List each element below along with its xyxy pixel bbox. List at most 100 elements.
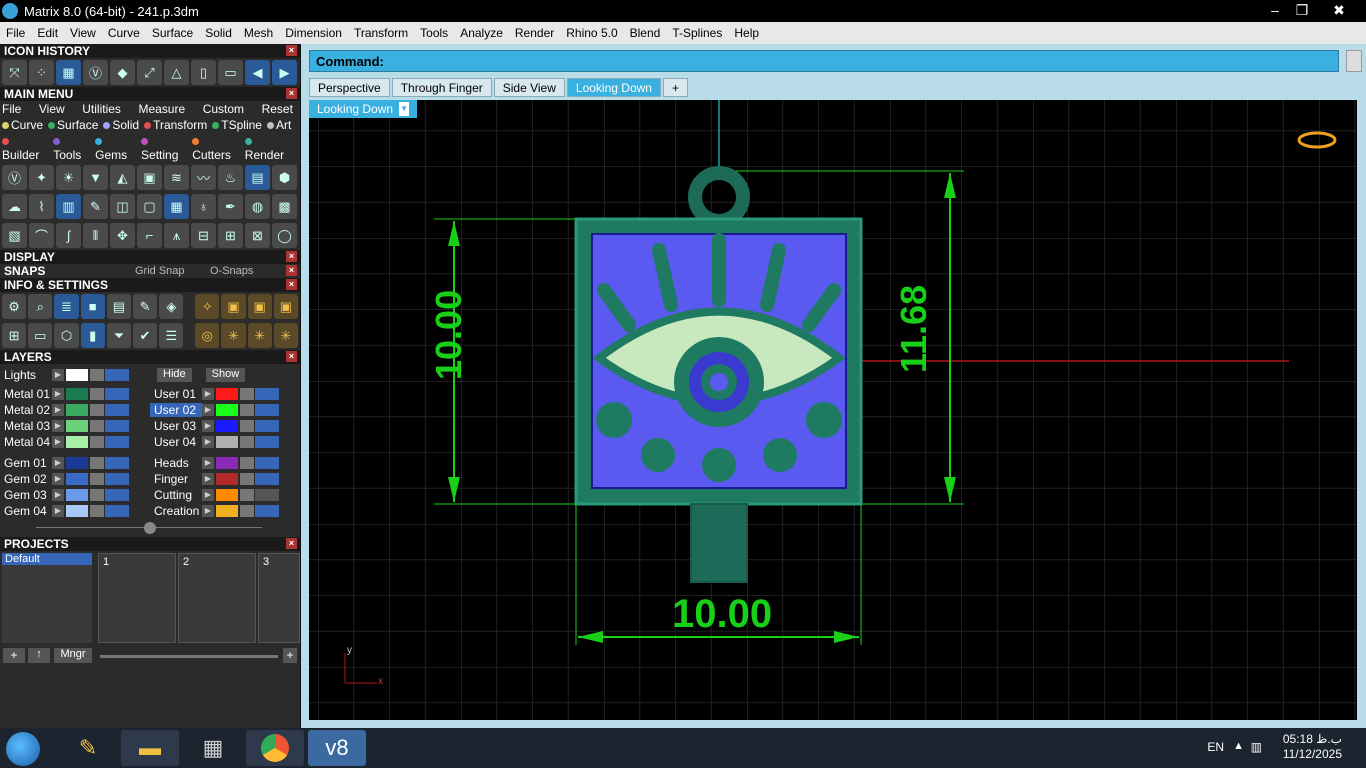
forward-icon[interactable]: ▶ [272,60,297,85]
zoom-icon[interactable]: ⌕ [28,294,53,319]
mm-surface[interactable]: Surface [48,118,98,132]
wand-icon[interactable]: ✧ [195,294,220,319]
add-tab-icon[interactable]: + [662,78,688,97]
visibility-icon[interactable] [255,505,279,517]
collapse-icon[interactable] [144,522,156,534]
layer-row[interactable]: Gem 03 ▶ [0,487,150,503]
box-tool-icon[interactable]: ⊟ [191,223,216,248]
layer-swatch[interactable] [216,388,238,400]
start-button[interactable] [6,732,40,766]
arrow-icon[interactable]: ▶ [52,404,64,416]
compass-icon[interactable]: ◆ [110,60,135,85]
split-tool-icon[interactable]: ⫴ [83,223,108,248]
lock-icon[interactable] [240,436,254,448]
light-tool-icon[interactable]: ✦ [29,165,54,190]
menu-edit[interactable]: Edit [37,26,58,40]
lock-icon[interactable] [240,388,254,400]
project-slot-3[interactable]: 3 [258,553,300,643]
mm-gems[interactable]: Gems [95,134,136,162]
arrow-icon[interactable]: ▶ [202,436,214,448]
close-icon[interactable]: × [286,265,297,276]
menu-surface[interactable]: Surface [152,26,193,40]
gold-frame-3-icon[interactable]: ▣ [273,294,298,319]
visibility-icon[interactable] [105,420,129,432]
mm-curve[interactable]: Curve [2,118,43,132]
move-tool-icon[interactable]: ✥ [110,223,135,248]
lock-icon[interactable] [90,388,104,400]
arrow-icon[interactable]: ▶ [202,473,214,485]
layer-swatch[interactable] [216,505,238,517]
tab-perspective[interactable]: Perspective [309,78,390,97]
arc-tool-icon[interactable]: ⌒ [29,223,54,248]
network-icon[interactable]: ▥ [1251,740,1262,754]
mm-custom[interactable]: Custom [203,102,244,116]
tray-up-icon[interactable]: ▲ [1233,740,1244,752]
render-tool-icon[interactable]: ▢ [137,194,162,219]
fan-tool-icon[interactable]: ⩚ [164,223,189,248]
lights-swatch[interactable] [66,369,88,381]
visibility-icon[interactable] [105,489,129,501]
edit-icon[interactable]: ✎ [133,294,158,319]
doc-icon[interactable]: ▤ [106,294,132,319]
lines-tool-icon[interactable]: ≋ [164,165,189,190]
menu-render[interactable]: Render [515,26,554,40]
lock-icon[interactable] [240,457,254,469]
lock-icon[interactable] [90,369,104,381]
gem-tool-icon[interactable]: ⬢ [272,165,297,190]
menu-help[interactable]: Help [734,26,759,40]
arrow-icon[interactable]: ▶ [52,369,64,381]
arrow-icon[interactable]: ▶ [202,457,214,469]
vray-tool-icon[interactable]: Ⓥ [2,165,27,190]
open-folder-icon[interactable]: ▭ [218,60,243,85]
lock-icon[interactable] [90,473,104,485]
language-indicator[interactable]: EN [1207,740,1224,754]
layers-splitter[interactable] [0,519,300,537]
gold-frame-2-icon[interactable]: ▣ [247,294,272,319]
project-slot-1[interactable]: 1 [98,553,176,643]
menu-view[interactable]: View [70,26,96,40]
close-icon[interactable]: × [286,88,297,99]
cursor-tool-icon[interactable]: ⊠ [245,223,270,248]
mm-builder[interactable]: Builder [2,134,48,162]
close-icon[interactable]: × [286,538,297,549]
menu-solid[interactable]: Solid [205,26,232,40]
layer-row[interactable]: User 02 ▶ [150,402,300,418]
paint-icon[interactable]: ✎ [59,730,117,766]
pen-tool-icon[interactable]: ✒ [218,194,243,219]
clock[interactable]: 05:18 ب.ظ 11/12/2025 [1283,732,1342,762]
panel-tool-icon[interactable]: ▦ [164,194,189,219]
zoom-slider[interactable] [100,655,278,658]
image-tool-icon[interactable]: ▤ [245,165,270,190]
layer-swatch[interactable] [66,505,88,517]
layer-row[interactable]: Heads ▶ [150,455,300,471]
cube-icon[interactable]: ■ [80,294,105,319]
curve-tool-icon[interactable]: ∫ [56,223,81,248]
lock-icon[interactable] [240,489,254,501]
mm-view[interactable]: View [39,102,65,116]
chrome-icon[interactable] [246,730,304,766]
visibility-icon[interactable] [105,473,129,485]
arrow-icon[interactable]: ▶ [202,388,214,400]
cloud-tool-icon[interactable]: ☁ [2,194,27,219]
menu-curve[interactable]: Curve [108,26,140,40]
layer-row[interactable]: Gem 02 ▶ [0,471,150,487]
mm-tspline[interactable]: TSpline [212,118,262,132]
new-file-icon[interactable]: ▯ [191,60,216,85]
arrow-icon[interactable]: ▶ [202,505,214,517]
check-icon[interactable]: ✔ [133,323,158,348]
visibility-icon[interactable] [105,457,129,469]
circle-tool-icon[interactable]: ◯ [272,223,297,248]
tab-through-finger[interactable]: Through Finger [391,78,492,97]
brush-tool-icon[interactable]: ✎ [83,194,108,219]
lock-icon[interactable] [240,505,254,517]
mirror-tool-icon[interactable]: ◫ [110,194,135,219]
project-default[interactable]: Default [2,553,92,565]
arrow-icon[interactable]: ▶ [52,473,64,485]
film-tool-icon[interactable]: ▥ [56,194,81,219]
calculator-icon[interactable]: ▦ [184,730,242,766]
grid-icon[interactable]: ▦ [56,60,81,85]
pipe-tool-icon[interactable]: ⌇ [29,194,54,219]
layer-row[interactable]: Metal 04 ▶ [0,434,150,450]
measure-icon[interactable]: △ [164,60,189,85]
layer-swatch[interactable] [216,420,238,432]
